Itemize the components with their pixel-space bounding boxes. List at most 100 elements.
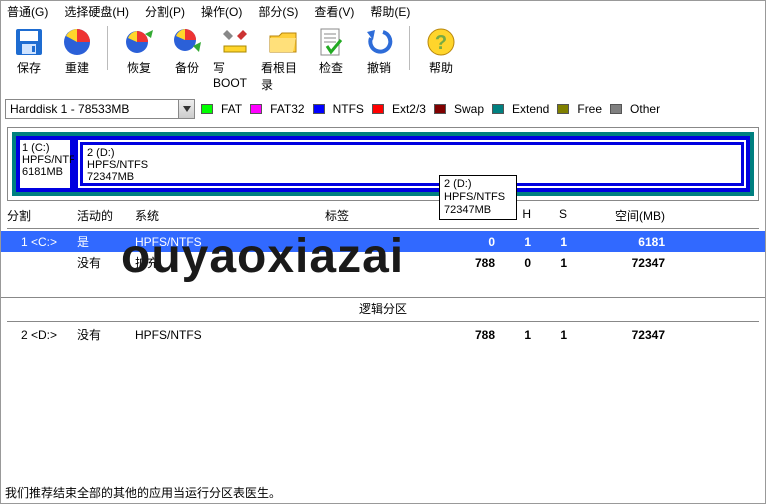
piechart-icon: [61, 26, 93, 58]
fs-legend: FAT FAT32 NTFS Ext2/3 Swap Extend Free O…: [201, 102, 660, 116]
partc-size: 6181MB: [22, 166, 68, 178]
backup-button[interactable]: 备份: [163, 24, 211, 78]
svg-text:?: ?: [435, 32, 447, 54]
help-button[interactable]: ? 帮助: [417, 24, 465, 78]
partd-size: 72347MB: [87, 171, 737, 183]
cell-h: 0: [495, 256, 531, 270]
cell-system: HPFS/NTFS: [135, 328, 325, 342]
cell-part: 2 <D:>: [7, 328, 77, 342]
cell-space: 72347: [567, 256, 677, 270]
rootdir-label: 看根目录: [261, 59, 305, 93]
swatch-fat32: [250, 104, 262, 114]
recover-label: 恢复: [127, 59, 151, 76]
swatch-free: [557, 104, 569, 114]
help-label: 帮助: [429, 59, 453, 76]
legend-fat: FAT: [221, 102, 242, 116]
hdr-label: 标签: [325, 207, 455, 224]
swatch-swap: [434, 104, 446, 114]
rootdir-button[interactable]: 看根目录: [259, 24, 307, 95]
hdr-partition: 分割: [7, 207, 77, 224]
disk-map-container: 1 (C:) HPFS/NTFS 6181MB 2 (D:) HPFS/NTFS…: [7, 127, 759, 201]
table-row[interactable]: 没有 扩充 788 0 1 72347: [1, 252, 765, 273]
piechart-arrow-icon: [123, 26, 155, 58]
table-header: 分割 活动的 系统 标签 C H S 空间(MB): [1, 205, 765, 226]
disk-map: 1 (C:) HPFS/NTFS 6181MB 2 (D:) HPFS/NTFS…: [12, 132, 754, 196]
swatch-other: [610, 104, 622, 114]
menu-view[interactable]: 查看(V): [314, 3, 354, 20]
legend-other: Other: [630, 102, 660, 116]
backup-label: 备份: [175, 59, 199, 76]
partd-label: 2 (D:): [87, 147, 737, 159]
cell-s: 1: [531, 328, 567, 342]
cell-active: 没有: [77, 254, 135, 271]
cell-system: 扩充: [135, 254, 325, 271]
writeboot-label: 写BOOT: [213, 59, 257, 90]
swatch-ntfs: [313, 104, 325, 114]
hdr-space: 空间(MB): [567, 207, 677, 224]
cell-c: 788: [455, 328, 495, 342]
menu-general[interactable]: 普通(G): [7, 3, 48, 20]
writeboot-button[interactable]: 写BOOT: [211, 24, 259, 92]
toolbar: 保存 重建 恢复 备份 写BOOT 看根目录 检查 撤销 ? 帮助: [1, 22, 765, 97]
menu-operate[interactable]: 操作(O): [201, 3, 242, 20]
save-label: 保存: [17, 59, 41, 76]
undo-icon: [363, 26, 395, 58]
legend-swap: Swap: [454, 102, 484, 116]
undo-button[interactable]: 撤销: [355, 24, 403, 78]
swatch-extend: [492, 104, 504, 114]
legend-fat32: FAT32: [270, 102, 304, 116]
disk-selected-text: Harddisk 1 - 78533MB: [6, 102, 178, 116]
cell-active: 是: [77, 233, 135, 250]
document-check-icon: [315, 26, 347, 58]
table-row[interactable]: 2 <D:> 没有 HPFS/NTFS 788 1 1 72347: [1, 324, 765, 345]
status-bar: 我们推荐结束全部的其他的应用当运行分区表医生。: [5, 484, 281, 501]
table-row[interactable]: 1 <C:> 是 HPFS/NTFS 0 1 1 6181: [1, 231, 765, 252]
swatch-fat: [201, 104, 213, 114]
divider: [7, 228, 759, 229]
partc-label: 1 (C:): [22, 142, 68, 154]
divider: [7, 321, 759, 322]
legend-ext: Ext2/3: [392, 102, 426, 116]
disk-selector[interactable]: Harddisk 1 - 78533MB: [5, 99, 195, 119]
chevron-down-icon[interactable]: [178, 100, 194, 118]
menu-select-disk[interactable]: 选择硬盘(H): [64, 3, 129, 20]
rebuild-button[interactable]: 重建: [53, 24, 101, 78]
cell-system: HPFS/NTFS: [135, 235, 325, 249]
cell-c: 0: [455, 235, 495, 249]
hdr-s: S: [531, 207, 567, 224]
cell-part: 1 <C:>: [7, 235, 77, 249]
partition-d-block[interactable]: 2 (D:) HPFS/NTFS 72347MB: [80, 142, 744, 186]
undo-label: 撤销: [367, 59, 391, 76]
folder-icon: [267, 26, 299, 58]
hdr-active: 活动的: [77, 207, 135, 224]
partition-tooltip: 2 (D:) HPFS/NTFS 72347MB: [439, 175, 517, 220]
cell-h: 1: [495, 328, 531, 342]
menu-section[interactable]: 部分(S): [258, 3, 298, 20]
logical-section-title: 逻辑分区: [1, 297, 765, 319]
check-button[interactable]: 检查: [307, 24, 355, 78]
partition-c-block[interactable]: 1 (C:) HPFS/NTFS 6181MB: [16, 136, 74, 192]
cell-c: 788: [455, 256, 495, 270]
cell-s: 1: [531, 256, 567, 270]
disk-row: Harddisk 1 - 78533MB FAT FAT32 NTFS Ext2…: [1, 97, 765, 121]
save-button[interactable]: 保存: [5, 24, 53, 78]
partd-fs: HPFS/NTFS: [87, 159, 737, 171]
menu-partition[interactable]: 分割(P): [145, 3, 185, 20]
tooltip-fs: HPFS/NTFS: [444, 191, 512, 204]
hdr-system: 系统: [135, 207, 325, 224]
tools-icon: [219, 26, 251, 58]
swatch-ext: [372, 104, 384, 114]
recover-button[interactable]: 恢复: [115, 24, 163, 78]
check-label: 检查: [319, 59, 343, 76]
menu-bar: 普通(G) 选择硬盘(H) 分割(P) 操作(O) 部分(S) 查看(V) 帮助…: [1, 1, 765, 22]
tooltip-size: 72347MB: [444, 204, 512, 217]
partc-fs: HPFS/NTFS: [22, 154, 68, 166]
cell-s: 1: [531, 235, 567, 249]
cell-h: 1: [495, 235, 531, 249]
toolbar-separator: [409, 26, 411, 70]
extended-block[interactable]: 2 (D:) HPFS/NTFS 72347MB: [74, 136, 750, 192]
legend-extend: Extend: [512, 102, 549, 116]
menu-help[interactable]: 帮助(E): [370, 3, 410, 20]
cell-active: 没有: [77, 326, 135, 343]
piechart-down-icon: [171, 26, 203, 58]
